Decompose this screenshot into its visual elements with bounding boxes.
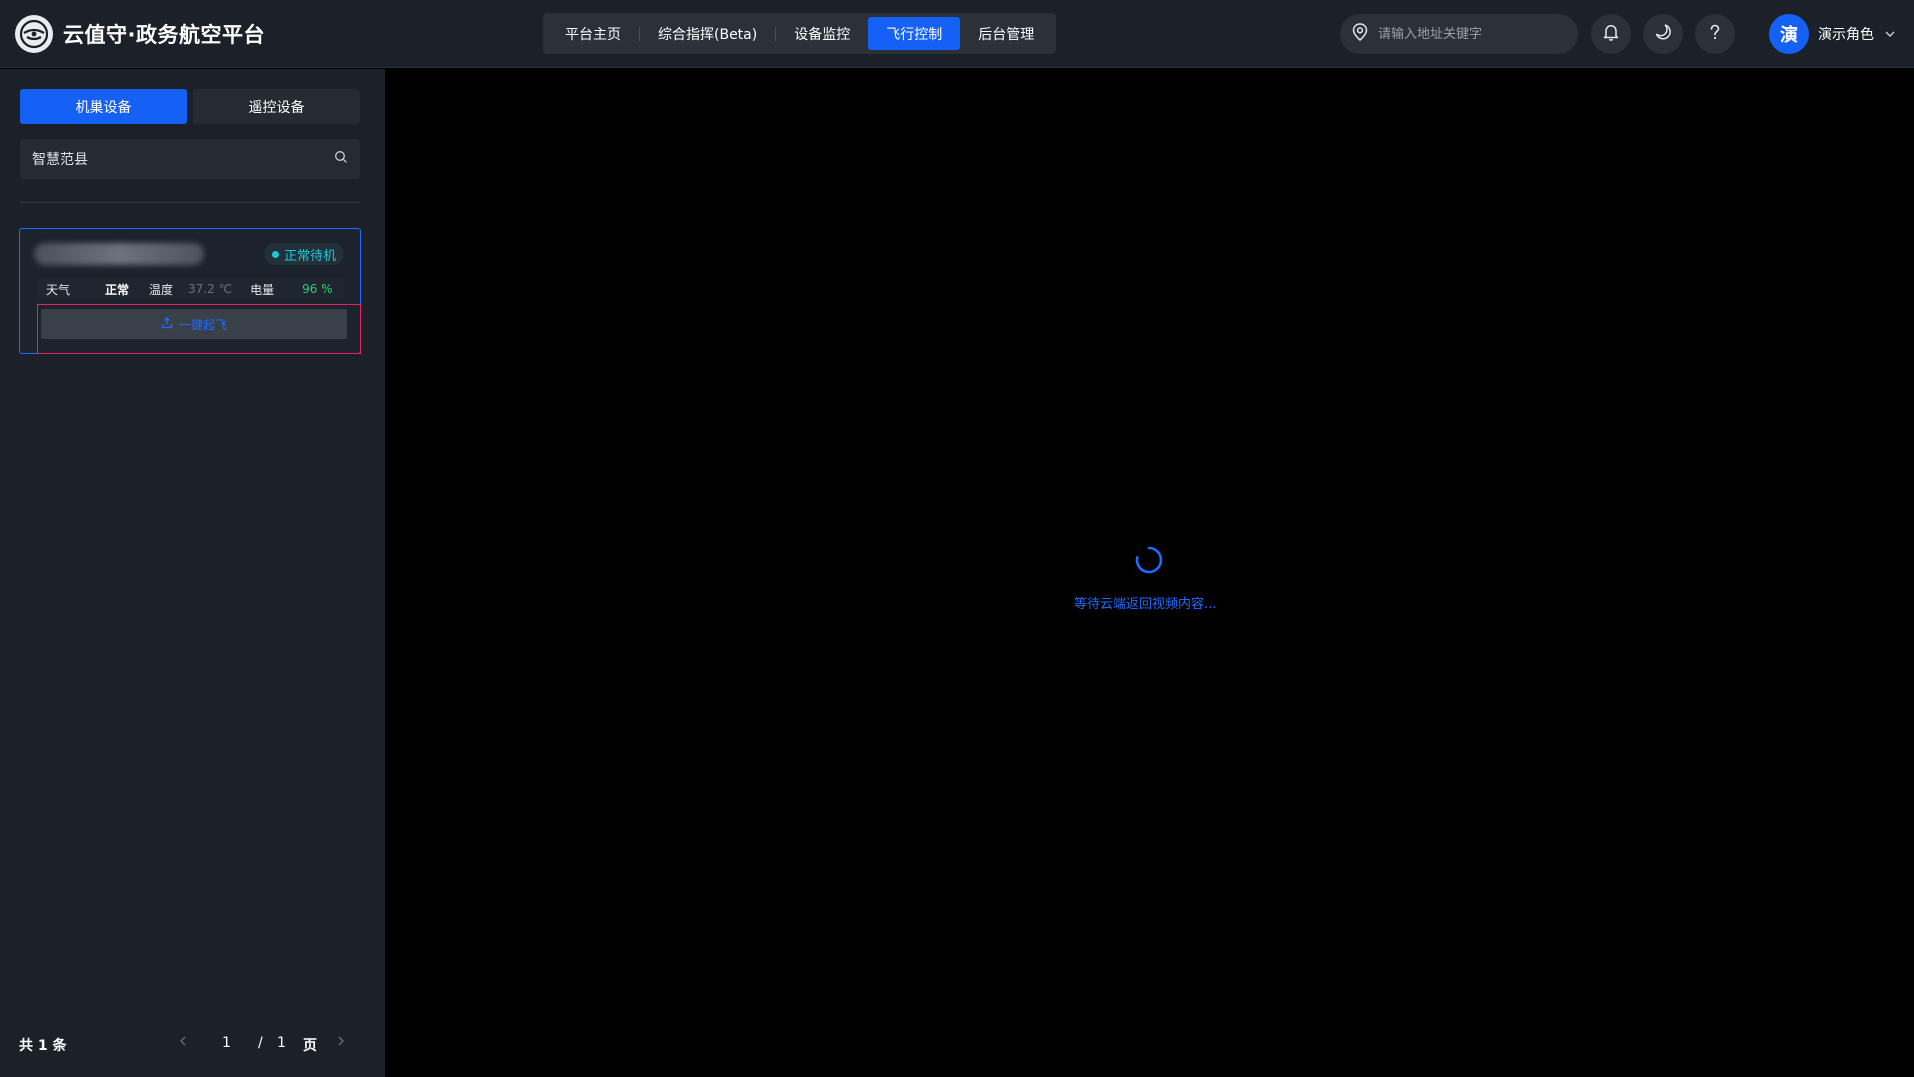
- question-icon: [1705, 22, 1725, 46]
- address-search[interactable]: [1340, 14, 1578, 54]
- device-sidebar: 机巢设备 遥控设备 智慧范县 正常待机 天气 正常 温度 37.2 ℃ 电量 9…: [0, 69, 385, 1077]
- page-unit: 页: [303, 1038, 317, 1054]
- device-info-row: 天气 正常 温度 37.2 ℃ 电量 96 %: [38, 279, 344, 299]
- divider: [20, 202, 360, 203]
- device-name-redacted: [34, 243, 204, 265]
- temperature-label: 温度: [149, 282, 174, 297]
- nav-home[interactable]: 平台主页: [547, 17, 639, 50]
- battery-label: 电量: [250, 282, 275, 297]
- area-search-value: 智慧范县: [32, 152, 88, 168]
- status-dot: [271, 250, 279, 258]
- takeoff-icon: [161, 316, 173, 332]
- status-text: 正常待机: [283, 248, 336, 264]
- moon-icon: [1653, 22, 1673, 46]
- status-badge: 正常待机: [263, 243, 344, 265]
- notification-button[interactable]: [1591, 14, 1631, 54]
- weather-value: 正常: [105, 282, 130, 297]
- total-count: 共 1 条: [19, 1038, 67, 1054]
- one-click-takeoff-button[interactable]: 一键起飞: [41, 309, 347, 339]
- takeoff-label: 一键起飞: [178, 317, 227, 332]
- chevron-left-icon[interactable]: [178, 1035, 188, 1051]
- main-nav: 平台主页 综合指挥(Beta) 设备监控 飞行控制 后台管理: [543, 13, 1057, 54]
- chevron-down-icon: [1884, 25, 1896, 44]
- logo-icon: [15, 14, 53, 53]
- top-header: 云值守·政务航空平台 平台主页 综合指挥(Beta) 设备监控 飞行控制 后台管…: [0, 0, 1914, 68]
- avatar: 演: [1769, 14, 1809, 54]
- address-search-input[interactable]: [1378, 26, 1558, 42]
- total-pages: 1: [277, 1035, 286, 1051]
- help-button[interactable]: [1695, 14, 1735, 54]
- user-menu[interactable]: 演 演示角色: [1769, 14, 1896, 54]
- nav-flight-control[interactable]: 飞行控制: [868, 17, 961, 50]
- weather-label: 天气: [46, 282, 71, 297]
- loading-spinner-icon: [1134, 545, 1164, 575]
- location-pin-icon: [1350, 22, 1370, 46]
- page-separator: /: [258, 1035, 263, 1051]
- area-search[interactable]: 智慧范县: [20, 139, 360, 179]
- chevron-right-icon[interactable]: [336, 1035, 346, 1051]
- pagination: 共 1 条 1 / 1 页: [0, 1035, 385, 1059]
- nav-device-monitor[interactable]: 设备监控: [776, 17, 868, 50]
- device-type-tabs: 机巢设备 遥控设备: [20, 89, 360, 124]
- current-page[interactable]: 1: [222, 1035, 231, 1051]
- app-title: 云值守·政务航空平台: [63, 22, 265, 47]
- search-icon: [334, 150, 348, 168]
- app-logo[interactable]: 云值守·政务航空平台: [15, 14, 265, 53]
- launch-highlight: 一键起飞: [37, 304, 361, 354]
- theme-toggle-button[interactable]: [1643, 14, 1683, 54]
- tab-remote-devices[interactable]: 遥控设备: [193, 89, 360, 124]
- bell-icon: [1601, 22, 1621, 46]
- temperature-value: 37.2 ℃: [188, 282, 233, 296]
- battery-value: 96 %: [302, 282, 333, 296]
- nav-command[interactable]: 综合指挥(Beta): [640, 17, 775, 50]
- user-name: 演示角色: [1818, 27, 1874, 43]
- nav-admin[interactable]: 后台管理: [960, 17, 1052, 50]
- video-waiting-text: 等待云端返回视频内容...: [1074, 597, 1217, 612]
- tab-nest-devices[interactable]: 机巢设备: [20, 89, 187, 124]
